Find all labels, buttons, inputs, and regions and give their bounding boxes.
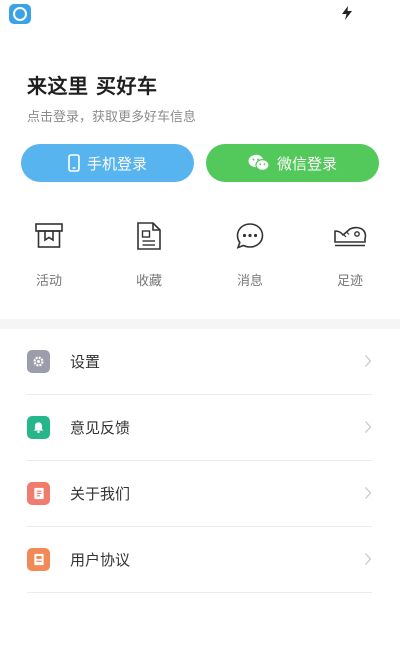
wechat-login-button[interactable]: 微信登录: [206, 144, 379, 182]
menu-item-about[interactable]: 关于我们: [27, 461, 372, 527]
quick-link-label: 活动: [35, 274, 62, 289]
info-doc-icon: [27, 482, 50, 505]
quick-link-label: 足迹: [336, 274, 363, 289]
menu-item-agreement[interactable]: 用户协议: [27, 527, 372, 593]
menu-item-feedback[interactable]: 意见反馈: [27, 395, 372, 461]
menu-item-label: 设置: [70, 353, 101, 371]
quick-link-favorites[interactable]: 收藏: [119, 216, 179, 289]
gear-icon: [27, 350, 50, 373]
flash-icon: [342, 6, 352, 20]
app-logo-icon: [9, 4, 31, 24]
agreement-icon: [27, 548, 50, 571]
gift-box-icon: [35, 223, 63, 248]
chat-bubble-icon: [236, 223, 264, 249]
quick-link-messages[interactable]: 消息: [220, 216, 280, 289]
quick-link-activity[interactable]: 活动: [19, 216, 79, 289]
quick-link-label: 消息: [236, 274, 263, 289]
chevron-right-icon: [364, 553, 372, 565]
login-hint[interactable]: 点击登录，获取更多好车信息: [27, 106, 196, 125]
menu-item-label: 意见反馈: [70, 419, 131, 437]
page-title: 来这里 买好车: [27, 74, 158, 98]
chevron-right-icon: [364, 487, 372, 499]
shoe-icon: [334, 226, 367, 247]
quick-link-footprints[interactable]: 足迹: [320, 216, 380, 289]
status-bar: [0, 0, 400, 28]
wechat-icon: [248, 154, 270, 172]
settings-menu: 设置 意见反馈 关于我们 用户协议: [0, 329, 400, 593]
menu-item-settings[interactable]: 设置: [27, 329, 372, 395]
bell-icon: [27, 416, 50, 439]
phone-login-label: 手机登录: [86, 154, 147, 173]
menu-item-label: 关于我们: [70, 485, 131, 503]
phone-icon: [68, 154, 80, 172]
document-icon: [137, 222, 161, 250]
menu-item-label: 用户协议: [70, 551, 131, 569]
section-divider: [0, 319, 400, 329]
phone-login-button[interactable]: 手机登录: [21, 144, 194, 182]
chevron-right-icon: [364, 421, 372, 433]
chevron-right-icon: [364, 355, 372, 367]
wechat-login-label: 微信登录: [276, 154, 337, 173]
quick-link-label: 收藏: [135, 274, 162, 289]
